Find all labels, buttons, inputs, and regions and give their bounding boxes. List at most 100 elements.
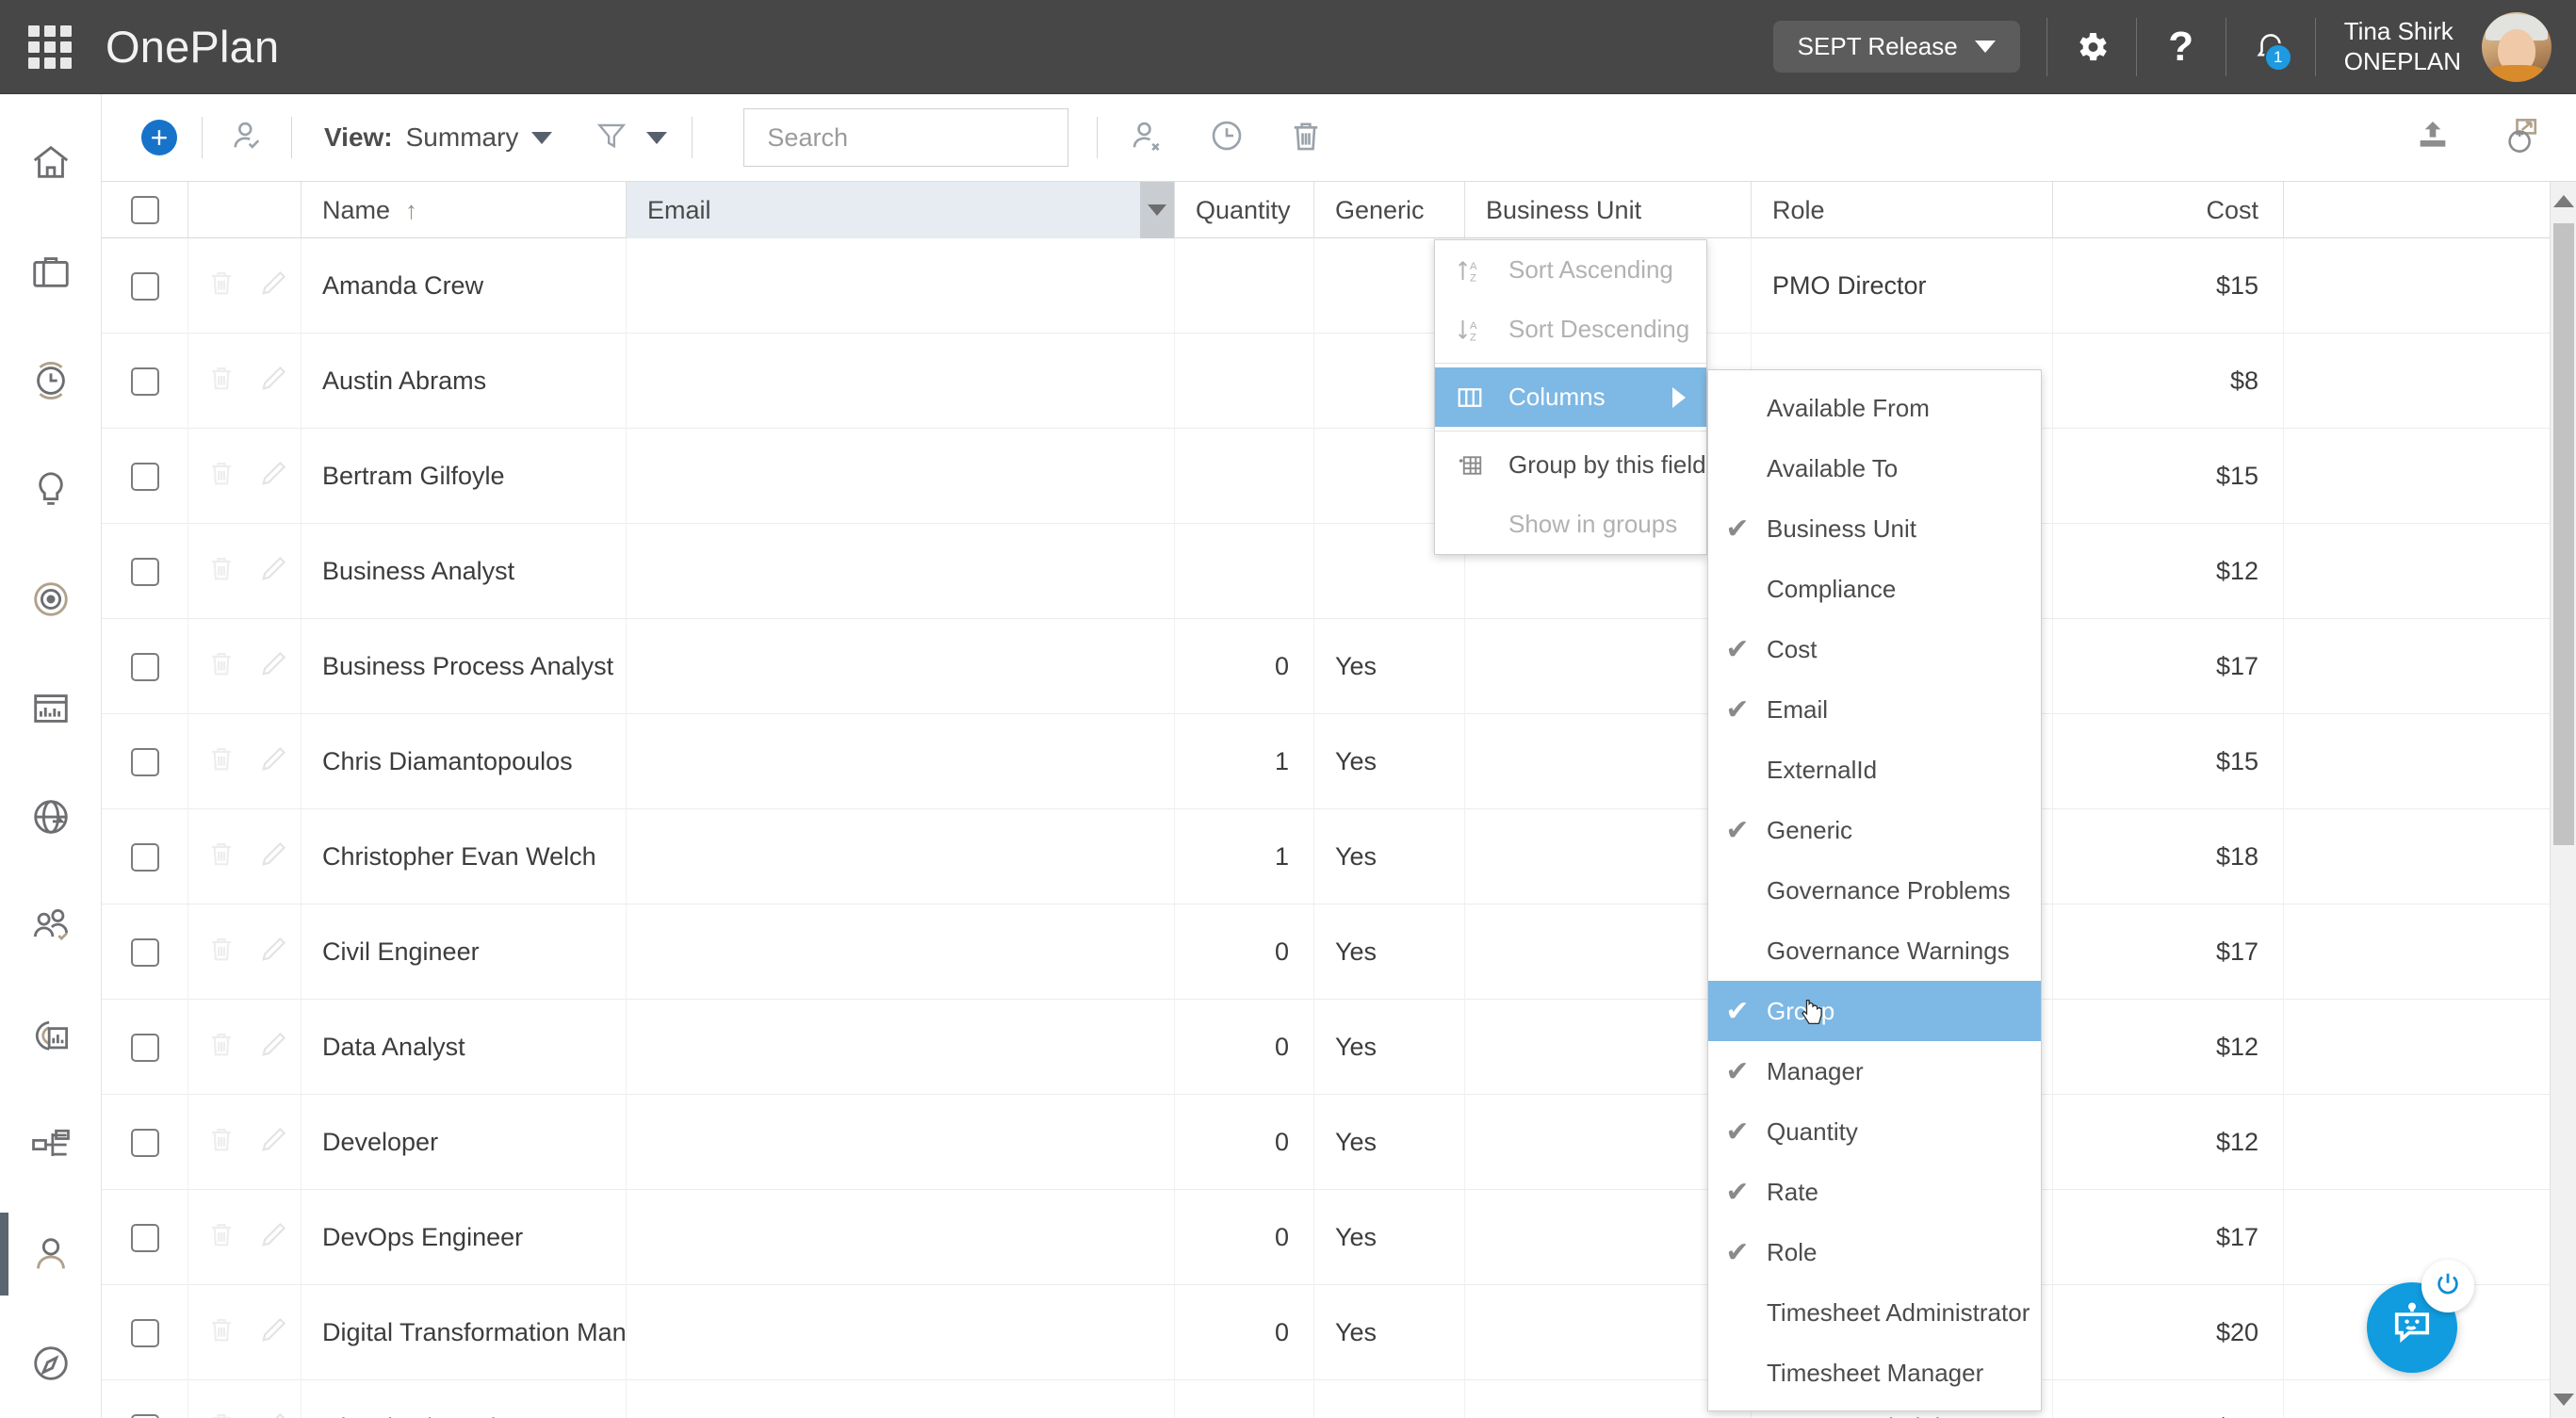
table-row[interactable]: Christopher Evan Welch1YesUser Experienc… xyxy=(102,809,2576,905)
trash-icon[interactable] xyxy=(205,742,237,781)
pencil-icon[interactable] xyxy=(258,1218,290,1257)
columns-submenu-item[interactable]: ✔ Business Unit xyxy=(1708,498,2041,559)
scrollbar-thumb[interactable] xyxy=(2553,223,2574,845)
table-row[interactable]: Bertram GilfoyleProject Manager$15 xyxy=(102,429,2576,524)
row-checkbox[interactable] xyxy=(130,652,159,681)
pencil-icon[interactable] xyxy=(258,1028,290,1067)
sidebar-item-teams[interactable] xyxy=(0,872,102,981)
sidebar-item-resources[interactable] xyxy=(0,1199,102,1309)
columns-submenu-item[interactable]: Available From xyxy=(1708,378,2041,438)
columns-submenu-item[interactable]: Timesheet Manager xyxy=(1708,1343,2041,1403)
pencil-icon[interactable] xyxy=(258,742,290,781)
context-menu-item[interactable]: Group by this field xyxy=(1435,435,1706,495)
columns-submenu-item[interactable]: Timesheet Administrator xyxy=(1708,1282,2041,1343)
pencil-icon[interactable] xyxy=(258,1123,290,1162)
upload-button[interactable] xyxy=(2414,117,2452,159)
sidebar-item-home[interactable] xyxy=(0,107,102,217)
columns-submenu-item[interactable]: ✔ Role xyxy=(1708,1222,2041,1282)
columns-submenu-item[interactable]: ✔ Generic xyxy=(1708,800,2041,860)
columns-submenu-item[interactable]: ExternalId xyxy=(1708,740,2041,800)
pencil-icon[interactable] xyxy=(258,1409,290,1418)
trash-icon[interactable] xyxy=(205,1409,237,1418)
row-checkbox[interactable] xyxy=(130,937,159,967)
trash-icon[interactable] xyxy=(205,362,237,400)
pencil-icon[interactable] xyxy=(258,933,290,971)
sidebar-item-timesheets[interactable] xyxy=(0,326,102,435)
table-row[interactable]: Civil Engineer0YesCivil Engineer$17 xyxy=(102,905,2576,1000)
chatbot-power-button[interactable] xyxy=(2421,1260,2474,1312)
trash-icon[interactable] xyxy=(205,552,237,591)
table-row[interactable]: Developer0YesDeveloper$12 xyxy=(102,1095,2576,1190)
columns-submenu-item[interactable]: ✔ Email xyxy=(1708,679,2041,740)
table-row[interactable]: Dinesh Chugtai1YesSystem Administrat...$… xyxy=(102,1380,2576,1418)
row-checkbox[interactable] xyxy=(130,747,159,776)
column-header-cost[interactable]: Cost xyxy=(2053,182,2284,238)
columns-submenu-item[interactable]: Governance Warnings xyxy=(1708,921,2041,981)
pencil-icon[interactable] xyxy=(258,1313,290,1352)
sidebar-item-strategy[interactable] xyxy=(0,545,102,654)
pencil-icon[interactable] xyxy=(258,457,290,496)
pencil-icon[interactable] xyxy=(258,267,290,305)
columns-submenu-item[interactable]: Compliance xyxy=(1708,559,2041,619)
pencil-icon[interactable] xyxy=(258,362,290,400)
column-header-quantity[interactable]: Quantity xyxy=(1175,182,1314,238)
column-header-generic[interactable]: Generic xyxy=(1314,182,1465,238)
table-row[interactable]: Digital Transformation Manager0YesDigita… xyxy=(102,1285,2576,1380)
delete-button[interactable] xyxy=(1286,116,1326,160)
sidebar-item-portfolio[interactable] xyxy=(0,217,102,326)
trash-icon[interactable] xyxy=(205,838,237,876)
columns-submenu-item[interactable]: ✔ Rate xyxy=(1708,1162,2041,1222)
columns-submenu-item[interactable]: ✔ Quantity xyxy=(1708,1101,2041,1162)
assign-resource-button[interactable] xyxy=(227,116,267,160)
view-selector[interactable]: View: Summary xyxy=(324,122,553,153)
trash-icon[interactable] xyxy=(205,267,237,305)
row-checkbox[interactable] xyxy=(130,1033,159,1062)
pencil-icon[interactable] xyxy=(258,552,290,591)
sidebar-item-reports[interactable] xyxy=(0,654,102,763)
release-selector[interactable]: SEPT Release xyxy=(1772,21,2020,73)
scroll-down-button[interactable] xyxy=(2551,1380,2576,1418)
table-row[interactable]: DevOps Engineer0YesDevOps Engineer$17 xyxy=(102,1190,2576,1285)
column-header-name[interactable]: Name ↑ xyxy=(302,182,627,238)
columns-submenu-item[interactable]: ✔ Cost xyxy=(1708,619,2041,679)
row-checkbox[interactable] xyxy=(130,557,159,586)
table-row[interactable]: Business AnalystBusiness Analyst$12 xyxy=(102,524,2576,619)
avatar[interactable] xyxy=(2482,11,2552,82)
trash-icon[interactable] xyxy=(205,457,237,496)
table-row[interactable]: Chris Diamantopoulos1YesBusiness Analyst… xyxy=(102,714,2576,809)
column-menu-button[interactable] xyxy=(1140,182,1174,238)
add-resource-button[interactable]: + xyxy=(141,120,177,155)
table-row[interactable]: Amanda CrewPMOPMO Director$15 xyxy=(102,238,2576,334)
column-header-business-unit[interactable]: Business Unit xyxy=(1465,182,1752,238)
row-checkbox[interactable] xyxy=(130,271,159,301)
vertical-scrollbar[interactable] xyxy=(2550,182,2576,1418)
row-checkbox[interactable] xyxy=(130,462,159,491)
select-all-checkbox[interactable] xyxy=(130,196,159,224)
table-row[interactable]: Data Analyst0YesData Analyst$12 xyxy=(102,1000,2576,1095)
sidebar-item-org-chart[interactable] xyxy=(0,1090,102,1199)
sidebar-item-ideas[interactable] xyxy=(0,435,102,545)
trash-icon[interactable] xyxy=(205,1218,237,1257)
export-refresh-button[interactable] xyxy=(2501,116,2540,160)
row-checkbox[interactable] xyxy=(130,842,159,872)
trash-icon[interactable] xyxy=(205,1313,237,1352)
trash-icon[interactable] xyxy=(205,1028,237,1067)
row-checkbox[interactable] xyxy=(130,367,159,396)
history-button[interactable] xyxy=(1207,116,1247,160)
row-checkbox[interactable] xyxy=(130,1128,159,1157)
sidebar-item-integrations[interactable] xyxy=(0,763,102,872)
table-row[interactable]: Austin AbramsPMOTrainer$8 xyxy=(102,334,2576,429)
filter-control[interactable] xyxy=(594,118,668,158)
columns-submenu-item[interactable]: Available To xyxy=(1708,438,2041,498)
row-checkbox[interactable] xyxy=(130,1223,159,1252)
scroll-up-button[interactable] xyxy=(2551,182,2576,220)
user-menu[interactable]: Tina Shirk ONEPLAN xyxy=(2316,11,2576,82)
sidebar-item-analytics[interactable] xyxy=(0,981,102,1090)
context-menu-item[interactable]: Columns xyxy=(1435,367,1706,427)
trash-icon[interactable] xyxy=(205,647,237,686)
table-row[interactable]: Business Process Analyst0YesBusiness Pro… xyxy=(102,619,2576,714)
pencil-icon[interactable] xyxy=(258,838,290,876)
settings-button[interactable] xyxy=(2047,0,2136,94)
trash-icon[interactable] xyxy=(205,1123,237,1162)
column-header-role[interactable]: Role xyxy=(1752,182,2053,238)
